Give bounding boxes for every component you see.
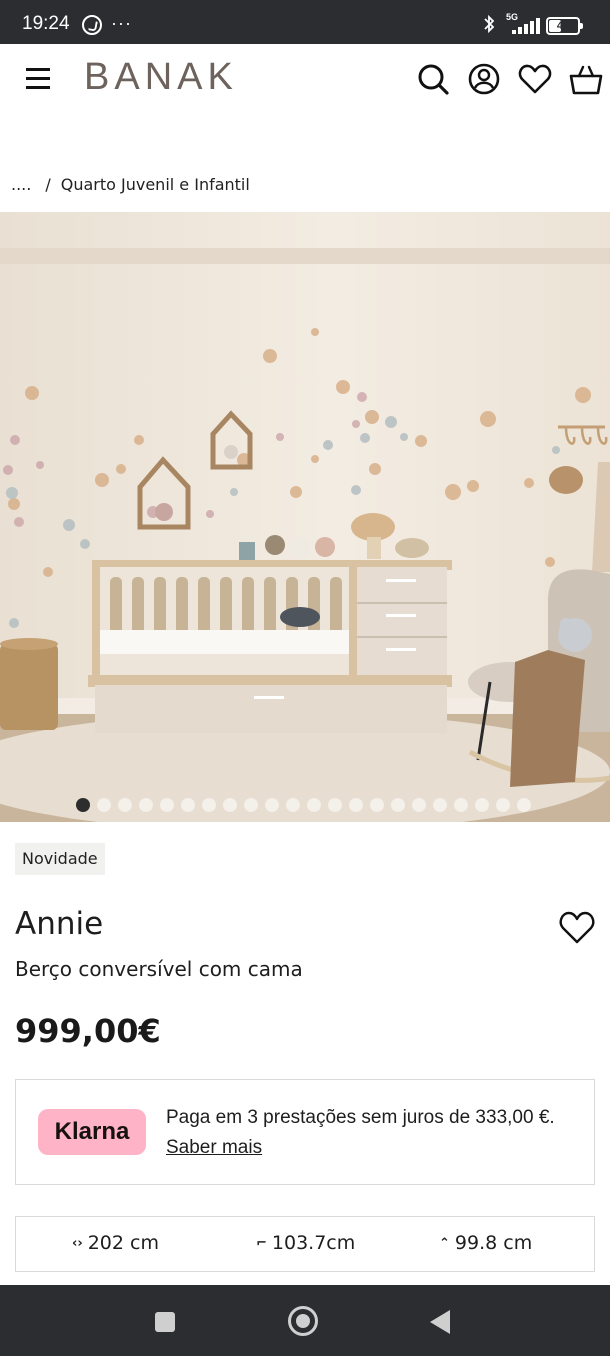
breadcrumb: .... / Quarto Juvenil e Infantil bbox=[11, 175, 250, 194]
recents-button[interactable] bbox=[155, 1312, 175, 1332]
depth-value: 103.7cm bbox=[271, 1232, 356, 1254]
account-icon[interactable] bbox=[467, 62, 501, 96]
product-photo bbox=[0, 212, 610, 822]
site-header: BANAK bbox=[0, 44, 610, 116]
gallery-dot[interactable] bbox=[412, 798, 426, 812]
gallery-dot[interactable] bbox=[328, 798, 342, 812]
gallery-dot[interactable] bbox=[76, 798, 90, 812]
signal-icon bbox=[512, 18, 540, 34]
breadcrumb-collapsed[interactable]: .... bbox=[11, 175, 31, 194]
dimensions-bar: ‹› 202 cm ⌐ 103.7cm ⌃ 99.8 cm bbox=[15, 1216, 595, 1272]
breadcrumb-separator: / bbox=[45, 175, 51, 194]
brand-logo[interactable]: BANAK bbox=[84, 56, 238, 99]
klarna-installments: Klarna Paga em 3 prestações sem juros de… bbox=[15, 1079, 595, 1185]
dimension-depth: ⌐ 103.7cm bbox=[256, 1232, 355, 1254]
home-button[interactable] bbox=[288, 1306, 318, 1336]
gallery-dot[interactable] bbox=[349, 798, 363, 812]
gallery-dot[interactable] bbox=[370, 798, 384, 812]
gallery-pagination bbox=[76, 798, 531, 814]
gallery-dot[interactable] bbox=[139, 798, 153, 812]
new-badge: Novidade bbox=[15, 843, 105, 875]
breadcrumb-current[interactable]: Quarto Juvenil e Infantil bbox=[61, 175, 250, 194]
gallery-dot[interactable] bbox=[496, 798, 510, 812]
klarna-text: Paga em 3 prestações sem juros de 333,00… bbox=[166, 1107, 555, 1128]
product-image[interactable] bbox=[0, 212, 610, 822]
product-subtitle: Berço conversível com cama bbox=[15, 957, 303, 981]
gallery-dot[interactable] bbox=[202, 798, 216, 812]
gallery-dot[interactable] bbox=[475, 798, 489, 812]
gallery-dot[interactable] bbox=[118, 798, 132, 812]
wishlist-icon[interactable] bbox=[518, 62, 552, 96]
battery-percent: 42 bbox=[556, 20, 570, 32]
menu-icon[interactable] bbox=[26, 68, 50, 90]
product-price: 999,00€ bbox=[15, 1012, 161, 1050]
status-bar: 19:24 ··· 5G 42 bbox=[0, 0, 610, 44]
gallery-dot[interactable] bbox=[160, 798, 174, 812]
bluetooth-icon bbox=[484, 14, 495, 34]
gallery-dot[interactable] bbox=[244, 798, 258, 812]
gallery-dot[interactable] bbox=[181, 798, 195, 812]
search-icon[interactable] bbox=[416, 62, 450, 96]
dimension-width: ‹› 202 cm bbox=[72, 1232, 159, 1254]
klarna-learn-more-link[interactable]: Saber mais bbox=[166, 1137, 262, 1158]
battery-icon: 42 bbox=[546, 17, 583, 35]
gallery-dot[interactable] bbox=[223, 798, 237, 812]
heart-icon[interactable] bbox=[558, 910, 596, 946]
depth-icon: ⌐ bbox=[256, 1236, 267, 1251]
height-value: 99.8 cm bbox=[454, 1232, 533, 1254]
bag-icon[interactable] bbox=[569, 62, 603, 96]
whatsapp-icon bbox=[82, 15, 102, 35]
system-nav-bar bbox=[0, 1285, 610, 1356]
gallery-dot[interactable] bbox=[454, 798, 468, 812]
klarna-logo: Klarna bbox=[38, 1109, 146, 1155]
gallery-dot[interactable] bbox=[97, 798, 111, 812]
status-time: 19:24 bbox=[22, 13, 70, 34]
height-arrows-icon: ⌃ bbox=[439, 1236, 450, 1251]
gallery-dot[interactable] bbox=[517, 798, 531, 812]
width-value: 202 cm bbox=[87, 1232, 159, 1254]
width-arrows-icon: ‹› bbox=[72, 1236, 83, 1251]
gallery-dot[interactable] bbox=[307, 798, 321, 812]
more-notifications-icon: ··· bbox=[111, 13, 132, 33]
gallery-dot[interactable] bbox=[286, 798, 300, 812]
product-name: Annie bbox=[15, 906, 104, 942]
gallery-dot[interactable] bbox=[265, 798, 279, 812]
back-button[interactable] bbox=[430, 1310, 450, 1334]
gallery-dot[interactable] bbox=[433, 798, 447, 812]
klarna-message: Paga em 3 prestações sem juros de 333,00… bbox=[166, 1103, 576, 1163]
gallery-dot[interactable] bbox=[391, 798, 405, 812]
dimension-height: ⌃ 99.8 cm bbox=[439, 1232, 532, 1254]
